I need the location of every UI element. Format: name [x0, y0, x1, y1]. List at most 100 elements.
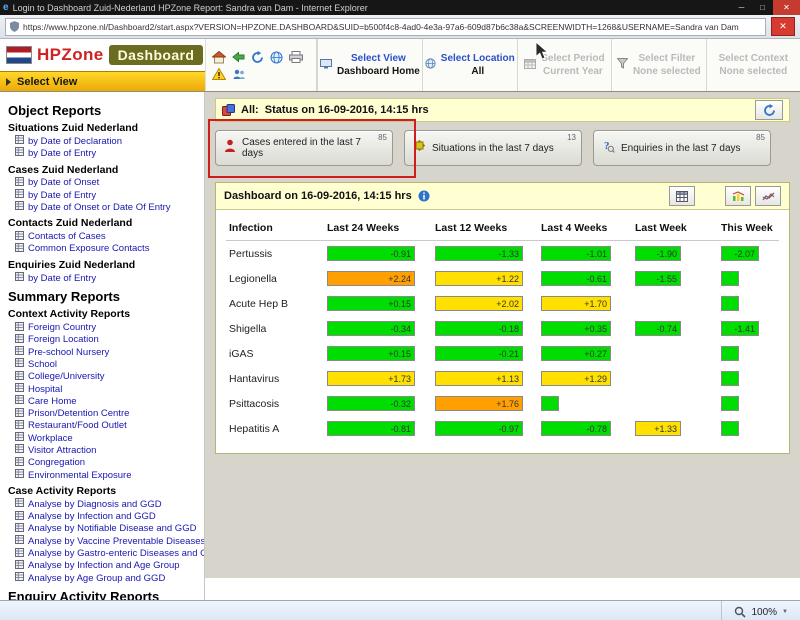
nav-select-location[interactable]: Select Location All: [421, 39, 517, 91]
trend-cell-shigella-0[interactable]: -0.34: [327, 321, 415, 336]
refresh-icon[interactable]: [251, 50, 264, 64]
trend-cell-igas-1[interactable]: -0.21: [435, 346, 523, 361]
trend-cell-legionella-0[interactable]: +2.24: [327, 271, 415, 286]
select-view-bar[interactable]: Select View: [0, 71, 205, 91]
report-link-hospital[interactable]: Hospital: [15, 383, 204, 395]
report-link-by-date-of-onset-or-date-of-entry[interactable]: by Date of Onset or Date Of Entry: [15, 201, 204, 213]
trend-cell-hantavirus-0[interactable]: +1.73: [327, 371, 415, 386]
trend-cell-igas-0[interactable]: +0.15: [327, 346, 415, 361]
trend-cell-hantavirus-1[interactable]: +1.13: [435, 371, 523, 386]
report-link-foreign-location[interactable]: Foreign Location: [15, 333, 204, 346]
trend-cell-psittacosis-1[interactable]: +1.76: [435, 396, 523, 411]
table-view-button[interactable]: [669, 186, 695, 206]
report-link-restaurant-food-outlet[interactable]: Restaurant/Food Outlet: [15, 419, 204, 432]
trend-cell-hepatitis-a-4[interactable]: [721, 421, 739, 436]
trend-cell-hepatitis-a-2[interactable]: -0.78: [541, 421, 611, 436]
nav-label: Select Period: [541, 53, 605, 64]
warning-icon[interactable]: [212, 67, 226, 80]
report-link-common-exposure-contacts[interactable]: Common Exposure Contacts: [15, 242, 204, 255]
trend-cell-pertussis-1[interactable]: -1.33: [435, 246, 523, 261]
info-icon[interactable]: [418, 190, 430, 202]
stop-button[interactable]: ✕: [771, 17, 795, 36]
trend-cell-acute-hep-b-4[interactable]: [721, 296, 739, 311]
trend-cell-legionella-4[interactable]: [721, 271, 739, 286]
nav-select-view[interactable]: Select View Dashboard Home: [317, 39, 422, 91]
report-link-foreign-country[interactable]: Foreign Country: [15, 321, 204, 333]
trend-cell-igas-4[interactable]: [721, 346, 739, 361]
select-view-bar-label: Select View: [17, 75, 78, 88]
minimize-button[interactable]: ─: [731, 0, 752, 15]
report-grid-icon: [15, 189, 24, 201]
report-grid-icon: [15, 230, 24, 243]
report-link-by-date-of-entry[interactable]: by Date of Entry: [15, 147, 204, 159]
trend-cell-acute-hep-b-0[interactable]: +0.15: [327, 296, 415, 311]
trend-cell-pertussis-3[interactable]: -1.90: [635, 246, 681, 261]
report-link-congregation[interactable]: Congregation: [15, 456, 204, 469]
report-link-contacts-of-cases[interactable]: Contacts of Cases: [15, 230, 204, 242]
card-label: Enquiries in the last 7 days: [621, 142, 741, 154]
report-link-by-date-of-entry[interactable]: by Date of Entry: [15, 189, 204, 201]
report-link-analyse-by-infection-and-age-group[interactable]: Analyse by Infection and Age Group: [15, 559, 204, 572]
maximize-button[interactable]: □: [752, 0, 773, 15]
people-icon[interactable]: [232, 68, 246, 80]
trend-cell-igas-2[interactable]: +0.27: [541, 346, 611, 361]
trend-cell-hantavirus-4[interactable]: [721, 371, 739, 386]
home-icon[interactable]: [212, 50, 226, 64]
report-link-visitor-attraction[interactable]: Visitor Attraction: [15, 444, 204, 456]
summary-card-situations-in-the-last-7-days[interactable]: Situations in the last 7 days 13: [404, 130, 582, 166]
trend-cell-pertussis-4[interactable]: -2.07: [721, 246, 759, 261]
report-link-analyse-by-vaccine-preventable-diseases-and-g[interactable]: Analyse by Vaccine Preventable Diseases …: [15, 535, 204, 547]
report-link-environmental-exposure[interactable]: Environmental Exposure: [15, 469, 204, 481]
combo-chart-icon: [732, 190, 744, 201]
refresh-status-button[interactable]: [755, 100, 783, 120]
summary-card-enquiries-in-the-last-7-days[interactable]: ? Enquiries in the last 7 days 85: [593, 130, 771, 166]
report-link-workplace[interactable]: Workplace: [15, 432, 204, 444]
trend-cell-pertussis-0[interactable]: -0.91: [327, 246, 415, 261]
trend-cell-shigella-1[interactable]: -0.18: [435, 321, 523, 336]
title-bar: e Login to Dashboard Zuid-Nederland HPZo…: [0, 0, 800, 15]
trend-cell-shigella-4[interactable]: -1.41: [721, 321, 759, 336]
report-link-prison-detention-centre[interactable]: Prison/Detention Centre: [15, 407, 204, 419]
report-link-by-date-of-declaration[interactable]: by Date of Declaration: [15, 135, 204, 147]
trend-cell-hepatitis-a-1[interactable]: -0.97: [435, 421, 523, 436]
nav-value: All: [471, 66, 485, 77]
trend-cell-pertussis-2[interactable]: -1.01: [541, 246, 611, 261]
trend-cell-legionella-1[interactable]: +1.22: [435, 271, 523, 286]
trend-cell-psittacosis-4[interactable]: [721, 396, 739, 411]
summary-cards: Cases entered in the last 7 days 85 Situ…: [215, 130, 790, 166]
report-link-by-date-of-entry[interactable]: by Date of Entry: [15, 272, 204, 284]
combo-chart-button[interactable]: [725, 186, 751, 206]
trend-cell-shigella-2[interactable]: +0.35: [541, 321, 611, 336]
report-grid-icon: [15, 498, 24, 510]
globe-icon[interactable]: [270, 51, 283, 64]
report-grid-icon: [15, 321, 24, 334]
trend-cell-acute-hep-b-1[interactable]: +2.02: [435, 296, 523, 311]
report-link-school[interactable]: School: [15, 358, 204, 370]
trend-cell-legionella-2[interactable]: -0.61: [541, 271, 611, 286]
line-chart-button[interactable]: [755, 186, 781, 206]
zoom-control[interactable]: 100% ▼: [721, 601, 800, 620]
report-link-college-university[interactable]: College/University: [15, 370, 204, 383]
trend-cell-shigella-3[interactable]: -0.74: [635, 321, 681, 336]
report-link-analyse-by-infection-and-ggd[interactable]: Analyse by Infection and GGD: [15, 510, 204, 523]
trend-cell-hepatitis-a-0[interactable]: -0.81: [327, 421, 415, 436]
printer-icon[interactable]: [289, 50, 303, 64]
trend-cell-legionella-3[interactable]: -1.55: [635, 271, 681, 286]
report-link-pre-school-nursery[interactable]: Pre-school Nursery: [15, 346, 204, 358]
trend-cell-hantavirus-2[interactable]: +1.29: [541, 371, 611, 386]
report-link-by-date-of-onset[interactable]: by Date of Onset: [15, 176, 204, 189]
report-link-care-home[interactable]: Care Home: [15, 395, 204, 407]
sidebar-section-contacts-zuid-nederland: Contacts Zuid Nederland: [8, 217, 133, 230]
url-input[interactable]: https://www.hpzone.nl/Dashboard2/start.a…: [5, 17, 766, 36]
trend-cell-psittacosis-0[interactable]: -0.32: [327, 396, 415, 411]
trend-cell-psittacosis-2[interactable]: [541, 396, 559, 411]
close-button[interactable]: ✕: [773, 0, 800, 15]
back-icon[interactable]: [232, 50, 245, 64]
report-link-analyse-by-diagnosis-and-ggd[interactable]: Analyse by Diagnosis and GGD: [15, 498, 204, 510]
report-link-analyse-by-gastro-enteric-diseases-and-ggd[interactable]: Analyse by Gastro-enteric Diseases and G…: [15, 547, 204, 559]
report-link-analyse-by-notifiable-disease-and-ggd[interactable]: Analyse by Notifiable Disease and GGD: [15, 522, 204, 535]
trend-cell-acute-hep-b-2[interactable]: +1.70: [541, 296, 611, 311]
summary-card-cases-entered-in-the-last-7-days[interactable]: Cases entered in the last 7 days 85: [215, 130, 393, 166]
trend-cell-hepatitis-a-3[interactable]: +1.33: [635, 421, 681, 436]
report-link-analyse-by-age-group-and-ggd[interactable]: Analyse by Age Group and GGD: [15, 572, 204, 584]
